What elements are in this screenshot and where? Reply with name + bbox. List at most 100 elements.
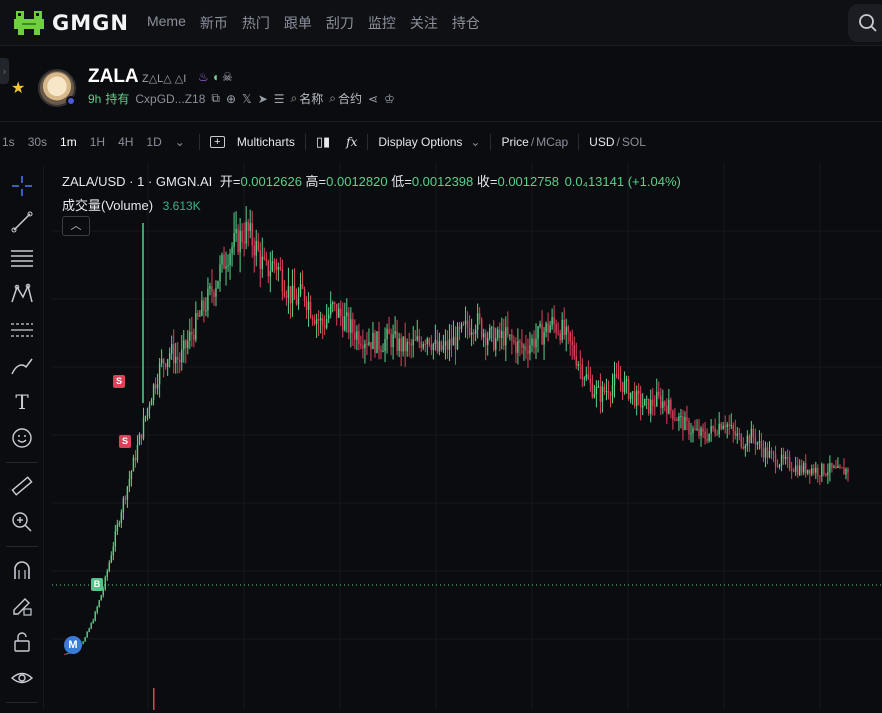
candle-body [255, 240, 257, 256]
pattern-icon[interactable] [8, 280, 36, 308]
ruler-icon[interactable] [8, 472, 36, 500]
candle-body [382, 351, 384, 353]
usd-toggle[interactable]: USD [589, 135, 614, 149]
timeframe-4H[interactable]: 4H [118, 135, 133, 149]
tool-divider [6, 546, 38, 547]
candle-body [426, 338, 429, 345]
candle-body [257, 240, 259, 251]
draw-lock-pencil-icon[interactable] [8, 592, 36, 620]
migration-marker[interactable]: M [64, 636, 82, 654]
add-chart-icon[interactable]: + [209, 136, 225, 148]
candle-body [172, 344, 175, 364]
nav-item-copytrade[interactable]: 跟单 [284, 13, 312, 33]
search-name-icon[interactable]: ⌕ [291, 91, 298, 106]
timeframe-1H[interactable]: 1H [90, 135, 105, 149]
timeframe-dropdown-chevron-icon[interactable]: ⌄ [175, 135, 185, 149]
timeframe-30s[interactable]: 30s [28, 135, 47, 149]
candle-body [460, 323, 463, 329]
magnet-icon[interactable] [8, 556, 36, 584]
emoji-icon[interactable] [8, 424, 36, 452]
favorite-star-icon[interactable]: ★ [11, 78, 25, 98]
menu-circle-icon[interactable]: ☰ [274, 92, 285, 106]
timeframe-1m[interactable]: 1m [60, 135, 77, 149]
nav-item-follow[interactable]: 关注 [410, 13, 438, 33]
nav-item-meme[interactable]: Meme [147, 13, 186, 33]
candle-body [690, 433, 692, 435]
fib-retracement-icon[interactable] [8, 316, 36, 344]
logo[interactable]: GMGN [12, 9, 129, 37]
sell-marker[interactable]: S [113, 375, 125, 388]
mcap-toggle[interactable]: MCap [536, 135, 568, 149]
candle-body [553, 317, 555, 324]
candle-body [166, 359, 169, 367]
nav-item-trending[interactable]: 热门 [242, 13, 270, 33]
candle-body [766, 447, 769, 458]
sol-toggle[interactable]: SOL [622, 135, 646, 149]
sell-marker[interactable]: S [119, 435, 131, 448]
candle-body [515, 342, 517, 353]
candle-style-icon[interactable]: ▯▮ [316, 134, 330, 150]
display-options-chevron-icon[interactable]: ⌄ [470, 135, 480, 149]
crosshair-icon[interactable] [8, 172, 36, 200]
website-icon[interactable]: ⊕ [226, 92, 236, 106]
candle-body [569, 332, 571, 342]
sidebar-toggle[interactable]: › [0, 58, 9, 84]
zoom-in-icon[interactable] [8, 508, 36, 536]
display-options-button[interactable]: Display Options [378, 135, 462, 149]
candle-body [327, 314, 330, 320]
contract-address[interactable]: CxpGD...Z18 [135, 92, 205, 106]
nav-item-monitor[interactable]: 监控 [368, 13, 396, 33]
visibility-eye-icon[interactable] [8, 664, 36, 692]
telegram-icon[interactable]: ➤ [258, 92, 268, 106]
candle-body [108, 562, 110, 572]
indicators-fx-icon[interactable]: fx [346, 135, 357, 149]
candle-body [301, 283, 304, 289]
multicharts-button[interactable]: Multicharts [237, 135, 295, 149]
candle-body [122, 498, 125, 513]
candle-body [144, 416, 147, 419]
candle-body [279, 266, 282, 270]
candle-body [805, 463, 807, 474]
timeframe-1s[interactable]: 1s [2, 135, 15, 149]
copy-icon[interactable]: ⧉ [211, 91, 220, 106]
text-tool-icon[interactable]: T [8, 388, 36, 416]
candle-body [543, 331, 545, 345]
search-button[interactable] [848, 4, 882, 42]
candle-body [416, 336, 418, 340]
candle-body [788, 457, 791, 469]
candle-body [555, 323, 557, 333]
search-name-label[interactable]: 名称 [299, 90, 323, 107]
nav-item-new[interactable]: 新币 [200, 13, 228, 33]
candle-body [710, 426, 712, 434]
candle-body [776, 465, 779, 467]
candle-body [654, 405, 656, 407]
candle-body [259, 250, 261, 269]
search-contract-label[interactable]: 合约 [338, 90, 362, 107]
collapse-legend-button[interactable]: ︿ [62, 216, 90, 236]
candlestick-chart[interactable] [52, 163, 882, 710]
horizontal-lines-icon[interactable] [8, 244, 36, 272]
candle-body [96, 606, 98, 613]
x-twitter-icon[interactable]: 𝕏 [242, 92, 252, 106]
buy-marker[interactable]: B [91, 578, 103, 591]
brush-icon[interactable] [8, 352, 36, 380]
price-chart[interactable] [52, 163, 882, 710]
trend-line-icon[interactable] [8, 208, 36, 236]
candle-body [507, 327, 509, 335]
candle-body [235, 228, 237, 233]
candle-body [708, 433, 710, 441]
share-icon[interactable]: ⋖ [368, 92, 378, 106]
price-toggle[interactable]: Price [501, 135, 528, 149]
candle-body [825, 474, 827, 476]
crown-icon[interactable]: ♔ [384, 92, 395, 106]
candle-body [217, 281, 219, 288]
candle-body [722, 425, 724, 430]
ohlc-legend: ZALA/USD · 1 · GMGN.AI 开=0.0012626 高=0.0… [62, 171, 681, 190]
timeframe-1D[interactable]: 1D [146, 135, 161, 149]
unlock-icon[interactable] [8, 628, 36, 656]
nav-item-scraper[interactable]: 刮刀 [326, 13, 354, 33]
search-contract-icon[interactable]: ⌕ [329, 91, 336, 106]
nav-item-holdings[interactable]: 持仓 [452, 13, 480, 33]
candle-body [372, 332, 374, 350]
candle-body [102, 589, 104, 596]
